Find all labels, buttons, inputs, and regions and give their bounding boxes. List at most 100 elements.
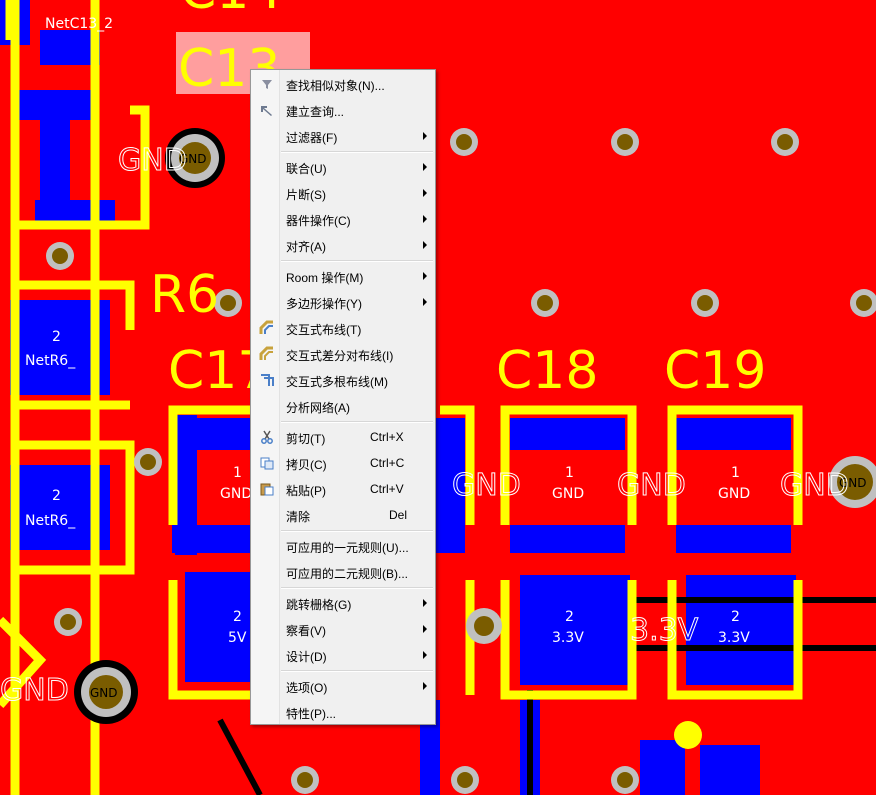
net-label-3v3: 3.3V (718, 630, 750, 646)
menu-item-label: 拷贝(C) (286, 458, 327, 472)
via-label-gnd: GND (90, 686, 118, 700)
menu-item-options[interactable]: 选项(O) (253, 674, 434, 698)
menu-item-label: Room 操作(M) (286, 271, 364, 285)
net-label-gnd: GND (780, 468, 849, 503)
menu-item-cut[interactable]: 剪切(T) Ctrl+X (253, 425, 434, 449)
menu-item-interactive-routing[interactable]: 交互式布线(T) (253, 316, 434, 340)
menu-item-label: 交互式布线(T) (286, 323, 362, 337)
menu-item-unary-rules[interactable]: 可应用的一元规则(U)... (253, 534, 434, 558)
copy-icon (260, 457, 274, 470)
menu-item-paste[interactable]: 粘贴(P) Ctrl+V (253, 477, 434, 501)
menu-item-copy[interactable]: 拷贝(C) Ctrl+C (253, 451, 434, 475)
menu-separator (281, 151, 433, 153)
menu-item-label: 器件操作(C) (286, 214, 351, 228)
menu-item-room-actions[interactable]: Room 操作(M) (253, 264, 434, 288)
menu-item-align[interactable]: 对齐(A) (253, 233, 434, 257)
submenu-arrow-icon (423, 132, 427, 140)
menu-item-label: 过滤器(F) (286, 131, 338, 145)
designator-c18: C18 (496, 341, 598, 401)
net-label-3v3: 3.3V (630, 613, 699, 648)
menu-item-union[interactable]: 联合(U) (253, 155, 434, 179)
net-label-gnd: GND (718, 486, 750, 502)
designator-c14: C14 (180, 0, 282, 21)
submenu-arrow-icon (423, 189, 427, 197)
menu-item-label: 剪切(T) (286, 432, 326, 446)
menu-item-label: 建立查询... (286, 105, 345, 119)
menu-item-properties[interactable]: 特性(P)... (253, 700, 434, 724)
shortcut-text: Ctrl+X (370, 430, 404, 444)
diff-pair-route-icon (259, 346, 273, 360)
context-menu: 查找相似对象(N)... 建立查询... 过滤器(F) 联合(U) 片断(S) … (250, 69, 436, 725)
net-label-gnd: GND (552, 486, 584, 502)
net-label-gnd: GND (220, 486, 252, 502)
pad-label-pin2: 2 (52, 329, 61, 345)
submenu-arrow-icon (423, 215, 427, 223)
net-label-gnd: GND (452, 468, 521, 503)
net-label-gnd: GND (118, 143, 187, 178)
menu-separator (281, 260, 433, 262)
submenu-arrow-icon (423, 625, 427, 633)
pad-label-pin1: 1 (565, 465, 574, 481)
submenu-arrow-icon (423, 272, 427, 280)
menu-item-label: 特性(P)... (286, 707, 336, 721)
menu-item-label: 跳转栅格(G) (286, 598, 352, 612)
menu-item-find-similar[interactable]: 查找相似对象(N)... (253, 72, 434, 96)
pad-label-pin1: 1 (233, 465, 242, 481)
menu-item-label: 交互式差分对布线(I) (286, 349, 394, 363)
submenu-arrow-icon (423, 241, 427, 249)
net-label-netc: NetC13_2 (45, 16, 113, 32)
submenu-arrow-icon (423, 651, 427, 659)
menu-item-label: 设计(D) (286, 650, 327, 664)
submenu-arrow-icon (423, 163, 427, 171)
menu-item-clear[interactable]: 清除 Del (253, 503, 434, 527)
menu-item-polygon-actions[interactable]: 多边形操作(Y) (253, 290, 434, 314)
menu-item-design[interactable]: 设计(D) (253, 643, 434, 667)
menu-separator (281, 421, 433, 423)
net-label-3v3: 3.3V (552, 630, 584, 646)
net-label-netr6: NetR6_ (25, 353, 76, 369)
menu-separator (281, 587, 433, 589)
pad-label-pin2: 2 (731, 609, 740, 625)
menu-item-multi-routing[interactable]: 交互式多根布线(M) (253, 368, 434, 392)
menu-item-label: 选项(O) (286, 681, 328, 695)
pad-label-pin2: 2 (52, 488, 61, 504)
pad-label-pin1: 1 (731, 465, 740, 481)
menu-item-label: 查找相似对象(N)... (286, 79, 385, 93)
menu-item-jump-grid[interactable]: 跳转栅格(G) (253, 591, 434, 615)
menu-item-diff-pair-routing[interactable]: 交互式差分对布线(I) (253, 342, 434, 366)
menu-separator (281, 670, 433, 672)
menu-item-analyze-net[interactable]: 分析网络(A) (253, 394, 434, 418)
menu-item-label: 清除 (286, 510, 311, 524)
pad-label-pin2: 2 (565, 609, 574, 625)
multi-route-icon (261, 374, 274, 386)
menu-item-label: 对齐(A) (286, 240, 326, 254)
menu-item-label: 多边形操作(Y) (286, 297, 362, 311)
shortcut-text: Ctrl+V (370, 482, 404, 496)
submenu-arrow-icon (423, 599, 427, 607)
submenu-arrow-icon (423, 298, 427, 306)
menu-separator (281, 530, 433, 532)
designator-r6: R6 (150, 265, 219, 325)
pcb-canvas[interactable]: C14 C13 R6 C17 C18 C19 NetC13_2 2 NetR6_… (0, 0, 876, 795)
menu-item-filter[interactable]: 过滤器(F) (253, 124, 434, 148)
submenu-arrow-icon (423, 682, 427, 690)
menu-item-label: 粘贴(P) (286, 484, 326, 498)
shortcut-text: Ctrl+C (370, 456, 405, 470)
menu-item-component-actions[interactable]: 器件操作(C) (253, 207, 434, 231)
menu-item-label: 可应用的二元规则(B)... (286, 567, 408, 581)
net-label-gnd: GND (0, 673, 69, 708)
menu-item-binary-rules[interactable]: 可应用的二元规则(B)... (253, 560, 434, 584)
menu-item-label: 交互式多根布线(M) (286, 375, 388, 389)
menu-item-label: 分析网络(A) (286, 401, 350, 415)
menu-item-build-query[interactable]: 建立查询... (253, 98, 434, 122)
net-label-5v: 5V (228, 630, 247, 646)
designator-c19: C19 (664, 341, 766, 401)
filter-icon (262, 80, 272, 89)
menu-item-snippets[interactable]: 片断(S) (253, 181, 434, 205)
menu-item-view[interactable]: 察看(V) (253, 617, 434, 641)
pad-label-pin2: 2 (233, 609, 242, 625)
query-wrench-icon (261, 106, 272, 116)
menu-item-label: 可应用的一元规则(U)... (286, 541, 409, 555)
net-label-netr6: NetR6_ (25, 513, 76, 529)
net-label-gnd: GND (617, 468, 686, 503)
